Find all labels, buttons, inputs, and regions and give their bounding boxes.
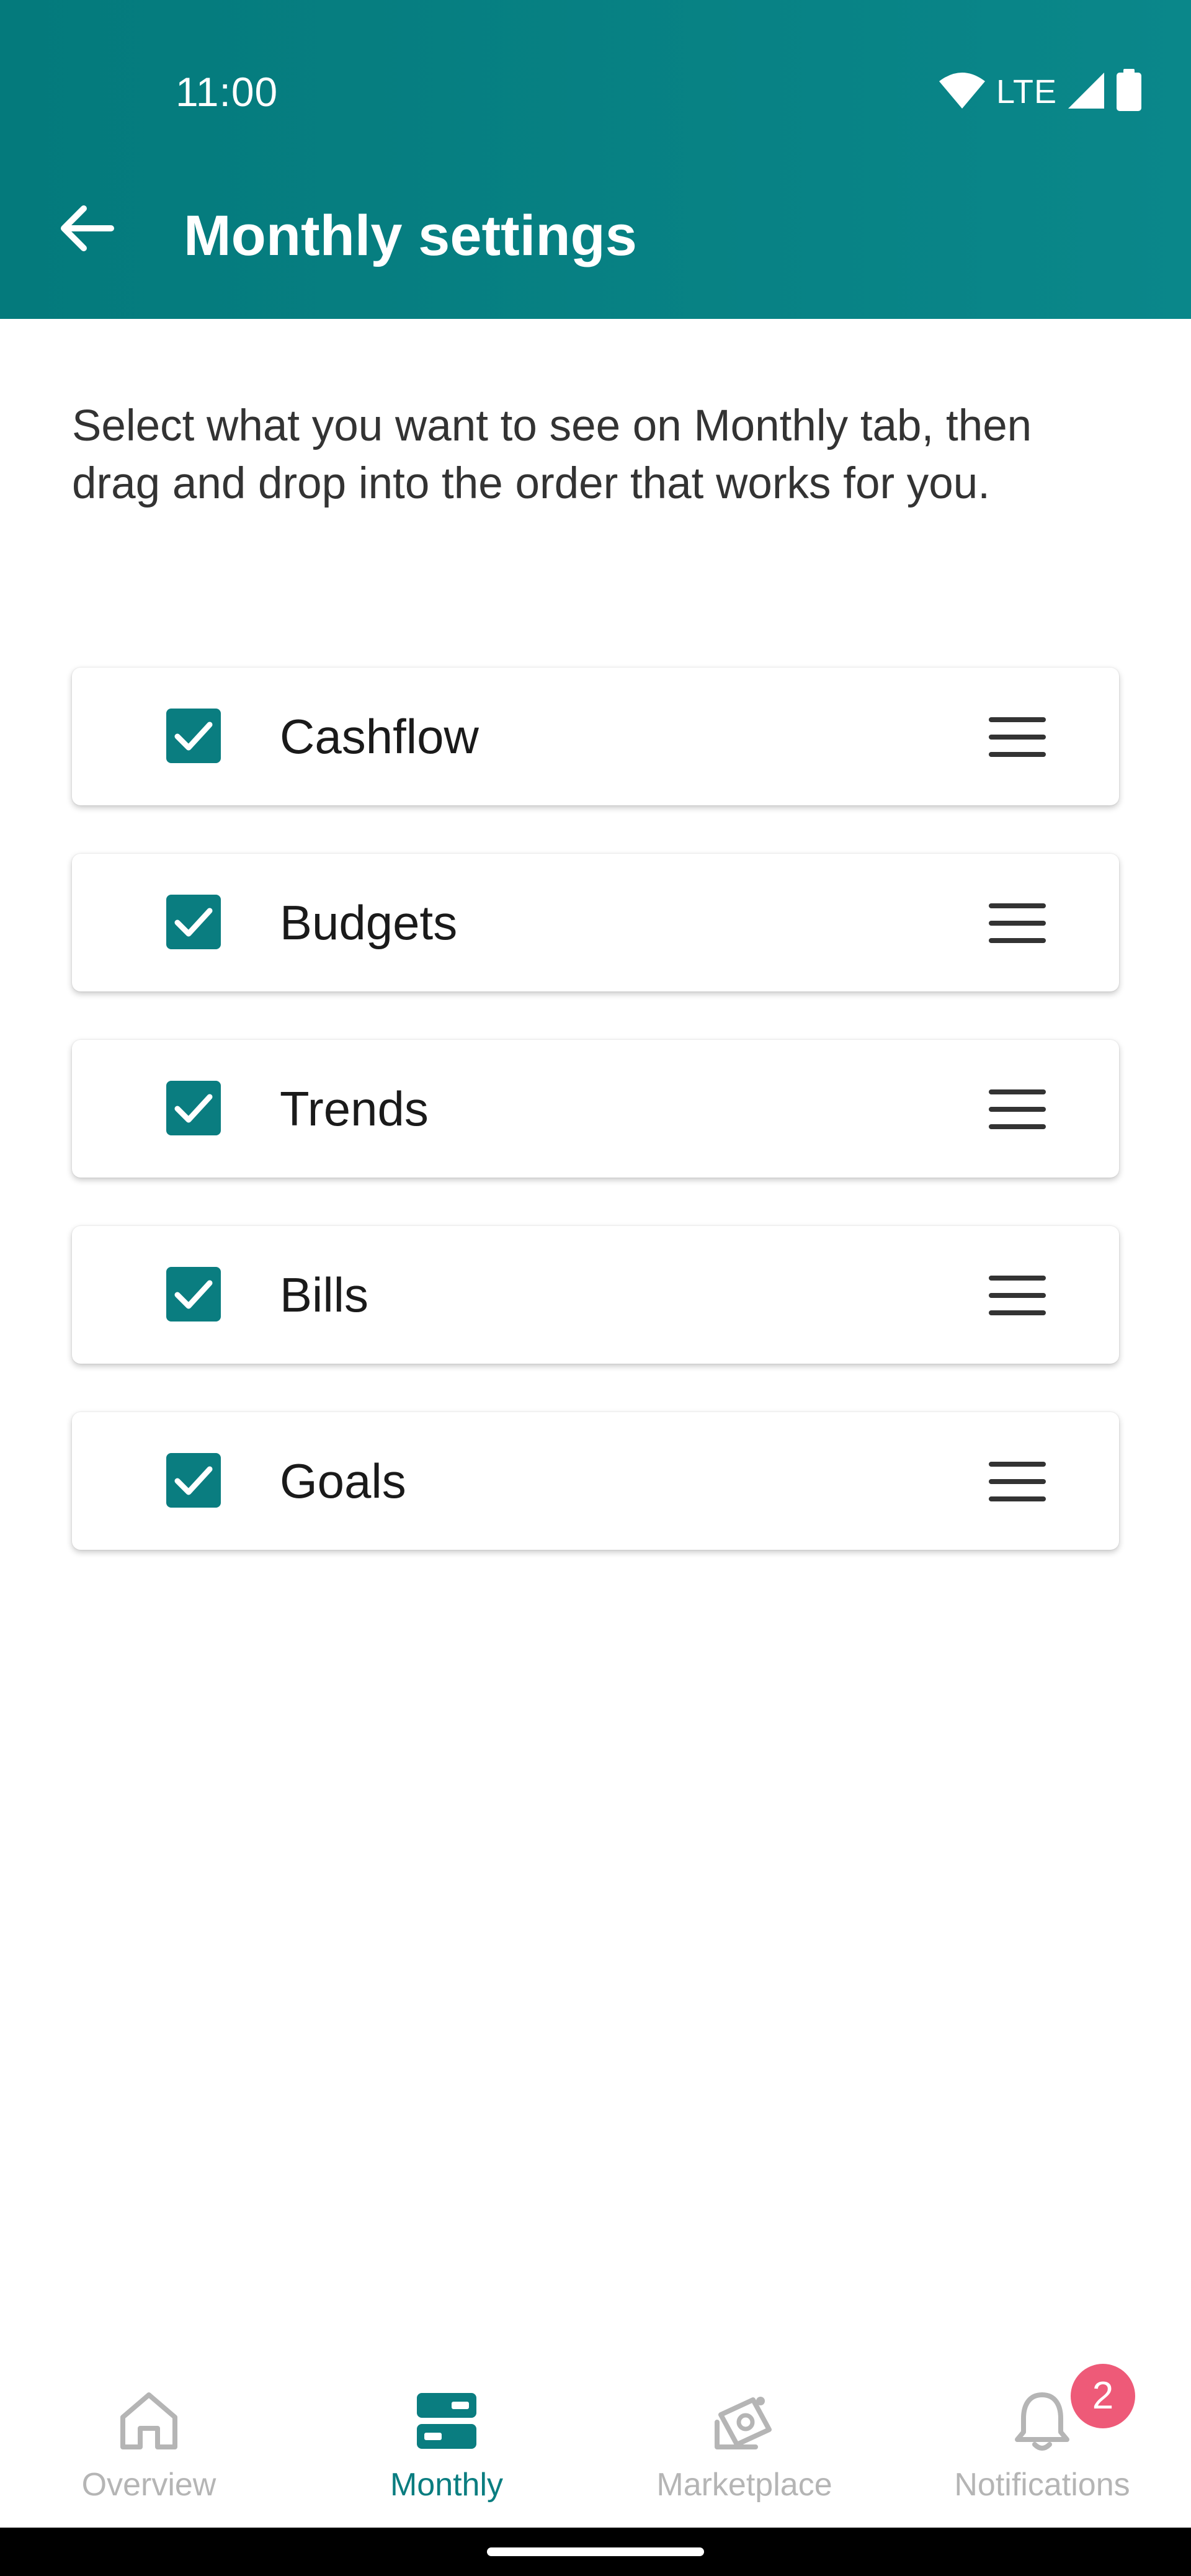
cashflow-label: Cashflow (280, 709, 479, 764)
trends-checkbox[interactable] (166, 1081, 221, 1135)
list-item-goals: Goals (72, 1412, 1119, 1550)
nav-item-monthly[interactable]: Monthly (298, 2351, 596, 2528)
wifi-icon (938, 71, 986, 113)
list-item-bills: Bills (72, 1226, 1119, 1364)
signal-icon (1067, 71, 1105, 113)
bills-label: Bills (280, 1268, 369, 1322)
list-item-cashflow: Cashflow (72, 668, 1119, 805)
drag-handle-icon[interactable] (984, 1262, 1051, 1329)
nav-item-marketplace[interactable]: Marketplace (596, 2351, 893, 2528)
budgets-checkbox[interactable] (166, 895, 221, 949)
bell-icon (1005, 2384, 1079, 2458)
battery-icon (1115, 68, 1143, 115)
arrow-left-icon (59, 203, 115, 256)
nav-item-notifications[interactable]: 2 Notifications (893, 2351, 1191, 2528)
back-button[interactable] (50, 192, 124, 267)
goals-checkbox[interactable] (166, 1453, 221, 1508)
drag-handle-icon[interactable] (984, 704, 1051, 771)
home-gesture-handle[interactable] (487, 2547, 704, 2556)
status-icons: LTE (938, 67, 1143, 117)
cashflow-checkbox[interactable] (166, 709, 221, 763)
bills-checkbox[interactable] (166, 1267, 221, 1322)
network-type: LTE (996, 73, 1057, 110)
drag-handle-icon[interactable] (984, 1076, 1051, 1143)
trends-label: Trends (280, 1081, 429, 1136)
bottom-navigation: Overview Monthly Marketplace 2 Notificat… (0, 2351, 1191, 2528)
system-gesture-bar (0, 2528, 1191, 2576)
notification-badge: 2 (1071, 2364, 1135, 2428)
drag-handle-icon[interactable] (984, 1448, 1051, 1515)
page-title: Monthly settings (184, 204, 637, 267)
nav-label-notifications: Notifications (954, 2467, 1130, 2503)
list-item-budgets: Budgets (72, 854, 1119, 991)
monthly-icon (409, 2384, 484, 2458)
marketplace-icon (707, 2384, 782, 2458)
nav-label-monthly: Monthly (390, 2467, 504, 2503)
nav-label-marketplace: Marketplace (656, 2467, 832, 2503)
home-icon (112, 2384, 186, 2458)
settings-description: Select what you want to see on Monthly t… (72, 401, 1032, 508)
drag-handle-icon[interactable] (984, 890, 1051, 957)
nav-item-overview[interactable]: Overview (0, 2351, 298, 2528)
app-header: 11:00 LTE Monthly settings (0, 0, 1191, 319)
budgets-label: Budgets (280, 895, 458, 950)
status-time: 11:00 (176, 69, 279, 115)
nav-label-overview: Overview (81, 2467, 216, 2503)
list-item-trends: Trends (72, 1040, 1119, 1178)
goals-label: Goals (280, 1454, 406, 1508)
